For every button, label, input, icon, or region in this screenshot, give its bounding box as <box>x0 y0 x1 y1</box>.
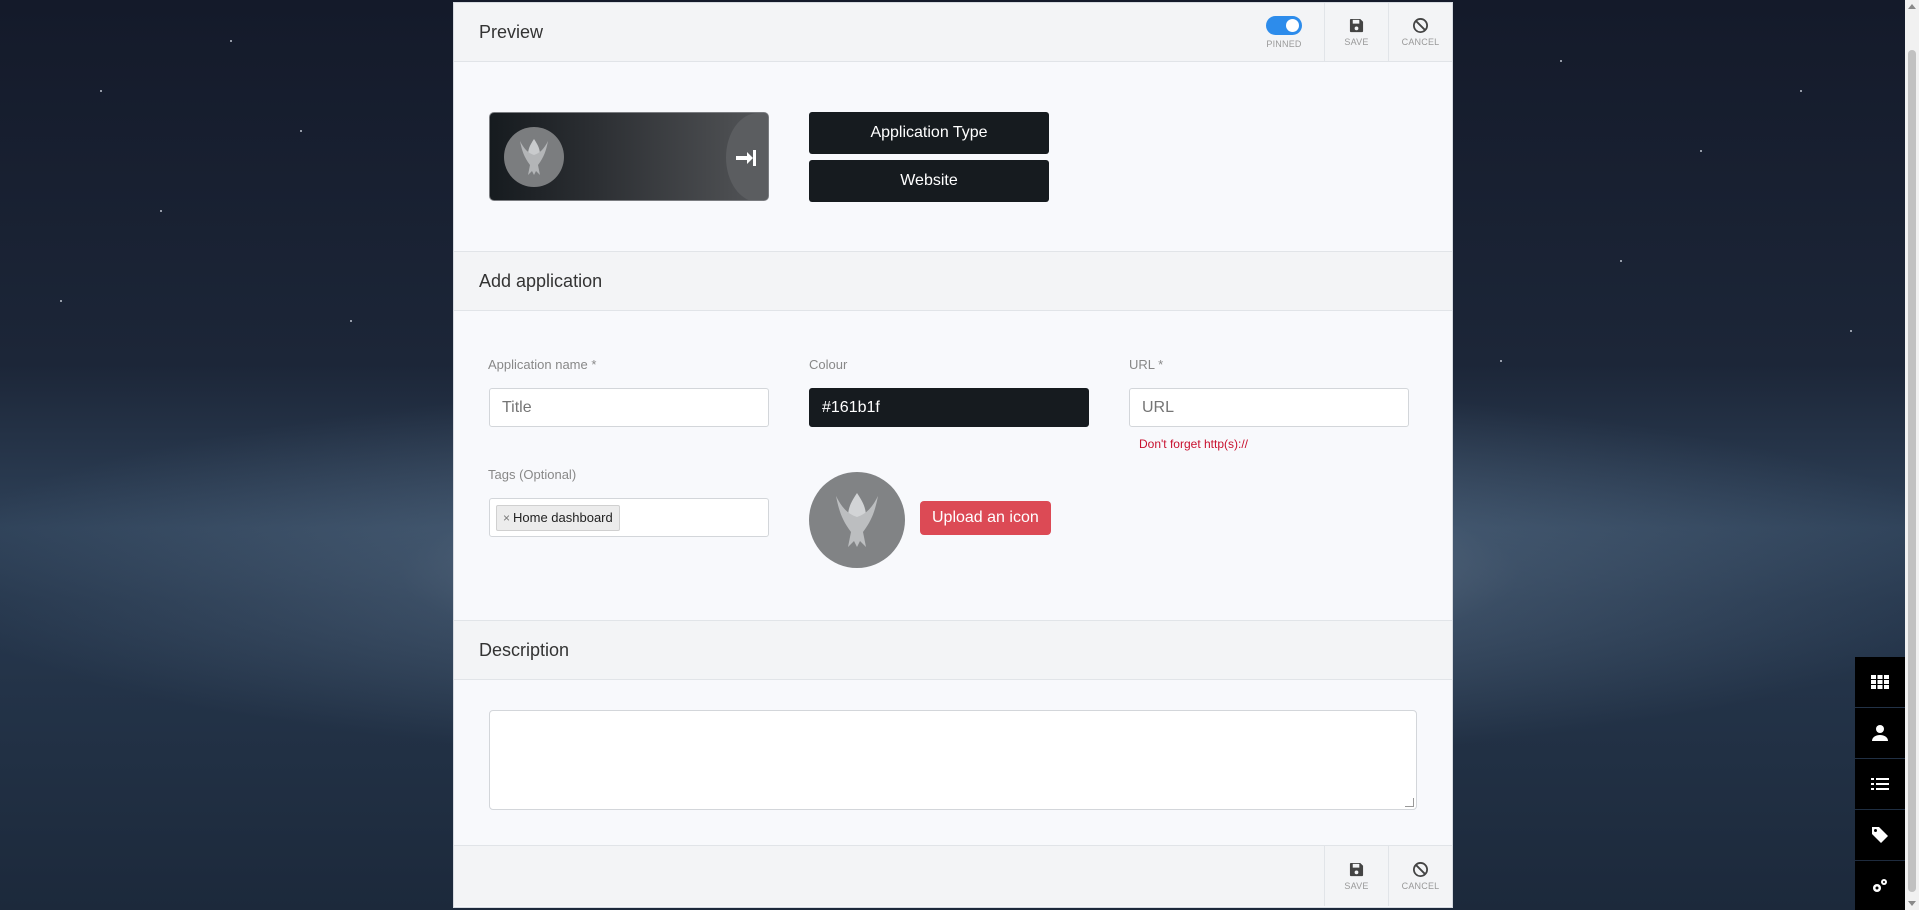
star <box>100 90 102 92</box>
header-actions: PINNED SAVE CANCEL <box>1244 3 1452 62</box>
star <box>1850 330 1852 332</box>
tag-chip-label: Home dashboard <box>513 510 613 525</box>
resize-handle[interactable] <box>1405 798 1414 807</box>
grid-icon <box>1871 675 1889 689</box>
cancel-icon <box>1413 861 1428 877</box>
footer: SAVE CANCEL <box>454 846 1452 906</box>
star <box>60 300 62 302</box>
sign-in-icon <box>736 149 756 166</box>
pinned-toggle[interactable]: PINNED <box>1244 3 1324 62</box>
save-label: SAVE <box>1344 37 1369 47</box>
application-type-tag-button[interactable]: Application Type <box>809 112 1049 154</box>
upload-icon-button[interactable]: Upload an icon <box>920 501 1051 535</box>
cogs-icon <box>1873 879 1887 892</box>
footer-cancel-label: CANCEL <box>1401 880 1440 891</box>
helmet-logo-icon <box>520 139 548 175</box>
preview-body: Application Type Website <box>454 62 1452 252</box>
footer-save-button[interactable]: SAVE <box>1324 846 1388 906</box>
app-preview-card <box>489 112 769 201</box>
scroll-up-arrow[interactable] <box>1908 4 1916 9</box>
cancel-label: CANCEL <box>1401 37 1440 47</box>
tag-chip-home-dashboard: × Home dashboard <box>496 504 620 531</box>
scroll-down-arrow[interactable] <box>1908 901 1916 906</box>
footer-save-label: SAVE <box>1344 880 1369 891</box>
settings-button[interactable] <box>1855 861 1905 910</box>
side-toolbar <box>1855 657 1905 910</box>
star <box>300 130 302 132</box>
add-application-form: Application name * Colour #161b1f URL * … <box>454 311 1452 621</box>
description-textarea[interactable] <box>489 710 1417 810</box>
list-button[interactable] <box>1855 759 1905 809</box>
tags-label: Tags (Optional) <box>488 467 577 482</box>
tags-button[interactable] <box>1855 810 1905 860</box>
star <box>160 210 162 212</box>
save-button[interactable]: SAVE <box>1324 3 1388 62</box>
helmet-logo-icon <box>836 493 878 547</box>
url-label: URL * <box>1129 357 1164 372</box>
page-scrollbar[interactable] <box>1905 0 1919 910</box>
application-name-label: Application name * <box>488 357 597 372</box>
website-tag-button[interactable]: Website <box>809 160 1049 202</box>
tags-input[interactable]: × Home dashboard <box>489 498 769 537</box>
description-body <box>454 680 1452 846</box>
pinned-label: PINNED <box>1266 39 1302 49</box>
toggle-knob <box>1286 19 1299 32</box>
preview-header: Preview PINNED SAVE CANCEL <box>454 3 1452 62</box>
star <box>1700 150 1702 152</box>
list-icon <box>1871 778 1889 790</box>
description-title: Description <box>479 639 570 660</box>
star <box>1620 260 1622 262</box>
add-application-modal: Preview PINNED SAVE CANCEL Application T… <box>453 2 1453 908</box>
open-app-button[interactable] <box>726 113 768 200</box>
star <box>1560 60 1562 62</box>
user-icon <box>1872 725 1888 741</box>
footer-cancel-button[interactable]: CANCEL <box>1388 846 1452 906</box>
star <box>1800 90 1802 92</box>
app-avatar <box>504 127 564 187</box>
star <box>1500 360 1502 362</box>
url-hint: Don't forget http(s):// <box>1139 437 1249 451</box>
user-button[interactable] <box>1855 708 1905 758</box>
tag-icon <box>1872 827 1888 843</box>
colour-input[interactable]: #161b1f <box>809 388 1089 427</box>
applications-grid-button[interactable] <box>1855 657 1905 707</box>
remove-tag-icon[interactable]: × <box>503 511 510 525</box>
scroll-thumb[interactable] <box>1908 50 1916 892</box>
icon-preview <box>809 472 905 568</box>
cancel-button[interactable]: CANCEL <box>1388 3 1452 62</box>
url-input[interactable] <box>1129 388 1409 427</box>
add-application-title: Add application <box>479 270 603 291</box>
colour-label: Colour <box>809 357 848 372</box>
footer-actions: SAVE CANCEL <box>1324 846 1452 906</box>
add-application-header: Add application <box>454 252 1452 311</box>
cancel-icon <box>1413 18 1428 33</box>
save-icon <box>1349 18 1364 33</box>
description-header: Description <box>454 621 1452 680</box>
save-icon <box>1349 862 1364 876</box>
star <box>350 320 352 322</box>
toggle-switch[interactable] <box>1266 16 1302 35</box>
star <box>230 40 232 42</box>
application-name-input[interactable] <box>489 388 769 427</box>
preview-title: Preview <box>479 21 544 42</box>
